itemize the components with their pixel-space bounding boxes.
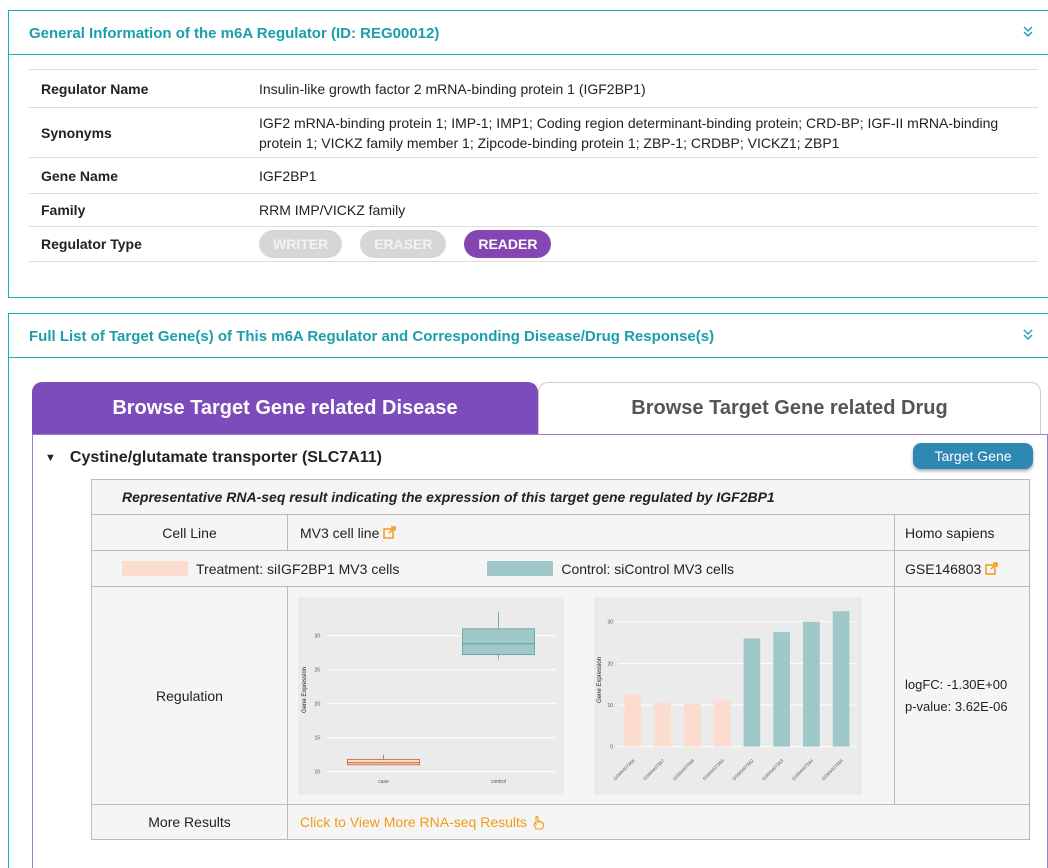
general-info-title: General Information of the m6A Regulator… <box>29 25 440 42</box>
info-label: Regulator Type <box>41 236 142 252</box>
y-axis-label: Gene Expression <box>597 657 603 703</box>
info-row-synonyms: Synonyms IGF2 mRNA-binding protein 1; IM… <box>29 107 1038 157</box>
bar <box>743 638 761 747</box>
info-label: Gene Name <box>41 167 119 184</box>
regulator-type-badges: WRITER ERASER READER <box>259 226 1038 262</box>
rnaseq-table: Representative RNA-seq result indicating… <box>91 479 1030 840</box>
cell-line-cell: MV3 cell line <box>288 515 895 550</box>
species-value: Homo sapiens <box>905 524 995 541</box>
regulation-label: Regulation <box>92 587 288 804</box>
rnaseq-title: Representative RNA-seq result indicating… <box>92 480 1029 515</box>
y-tick-label: 10 <box>607 703 613 709</box>
chevron-double-down-icon[interactable] <box>1020 326 1036 342</box>
info-label: Synonyms <box>41 124 112 141</box>
more-results-label: More Results <box>92 805 288 839</box>
treatment-control-legend: Treatment: siIGF2BP1 MV3 cells Control: … <box>92 551 895 586</box>
info-row-regulator-name: Regulator Name Insulin-like growth facto… <box>29 69 1038 107</box>
logfc-value: logFC: -1.30E+00 <box>905 676 1008 692</box>
box <box>347 758 420 766</box>
y-tick-label: 10 <box>314 770 320 776</box>
info-row-family: Family RRM IMP/VICKZ family <box>29 193 1038 226</box>
cell-line-value: MV3 cell line <box>300 524 380 541</box>
x-tick-label: GSM4407367 <box>642 758 666 782</box>
target-gene-button[interactable]: Target Gene <box>913 443 1033 469</box>
target-gene-section: ▼ Cystine/glutamate transporter (SLC7A11… <box>32 434 1048 868</box>
tab-drug[interactable]: Browse Target Gene related Drug <box>538 382 1041 434</box>
control-label: Control: siControl MV3 cells <box>561 560 735 577</box>
more-results-link[interactable]: Click to View More RNA-seq Results <box>300 814 527 830</box>
rnaseq-row-regulation: Regulation 10 15 20 25 30 Gene Expression case… <box>92 587 1029 805</box>
browse-tabs: Browse Target Gene related Disease Brows… <box>32 382 1041 434</box>
chevron-double-down-icon[interactable] <box>1020 23 1036 39</box>
general-info-table: Regulator Name Insulin-like growth facto… <box>29 69 1038 262</box>
bar <box>713 700 731 747</box>
y-tick-label: 15 <box>314 736 320 742</box>
badge-writer: WRITER <box>259 230 343 258</box>
x-tick-label: GSM4407369 <box>702 758 726 782</box>
more-results-cell: Click to View More RNA-seq Results <box>288 805 1029 839</box>
treatment-swatch <box>122 561 188 576</box>
x-tick-label: case <box>378 779 389 785</box>
dataset-cell: GSE146803 <box>895 551 1029 586</box>
info-value: RRM IMP/VICKZ family <box>259 202 406 218</box>
cell-line-label: Cell Line <box>92 515 288 550</box>
box <box>462 628 535 656</box>
y-tick-label: 20 <box>607 661 613 667</box>
regulation-plots: 10 15 20 25 30 Gene Expression case control 0 10… <box>288 587 895 804</box>
y-tick-label: 0 <box>610 745 613 751</box>
y-tick-label: 30 <box>314 634 320 640</box>
y-tick-label: 20 <box>314 702 320 708</box>
badge-reader: READER <box>464 230 552 258</box>
x-tick-label: GSM4407363 <box>761 758 785 782</box>
x-tick-label: GSM4407366 <box>612 758 636 782</box>
info-label: Regulator Name <box>41 80 149 97</box>
rnaseq-row-legend: Treatment: siIGF2BP1 MV3 cells Control: … <box>92 551 1029 587</box>
caret-down-icon: ▼ <box>45 452 56 464</box>
x-tick-label: GSM4407362 <box>731 758 755 782</box>
x-tick-label: GSM4407364 <box>791 758 815 782</box>
bar <box>684 703 701 747</box>
boxplot-chart: 10 15 20 25 30 Gene Expression case control <box>298 597 564 795</box>
y-tick-label: 25 <box>314 668 320 674</box>
info-value: Insulin-like growth factor 2 mRNA-bindin… <box>259 80 646 97</box>
y-tick-label: 30 <box>607 620 613 626</box>
info-label: Family <box>41 202 86 218</box>
info-row-regulator-type: Regulator Type WRITER ERASER READER <box>29 226 1038 262</box>
rnaseq-row-more: More Results Click to View More RNA-seq … <box>92 805 1029 839</box>
y-axis-label: Gene Expression <box>302 667 308 713</box>
dataset-id: GSE146803 <box>905 560 982 577</box>
bar <box>773 632 790 747</box>
bar <box>624 694 642 747</box>
tab-disease[interactable]: Browse Target Gene related Disease <box>32 382 538 434</box>
target-genes-title: Full List of Target Gene(s) of This m6A … <box>29 328 715 345</box>
regulation-stats: logFC: -1.30E+00 p-value: 3.62E-06 <box>895 587 1029 804</box>
pvalue-value: p-value: 3.62E-06 <box>905 698 1008 714</box>
target-gene-toggle[interactable]: ▼ Cystine/glutamate transporter (SLC7A11… <box>45 449 382 467</box>
control-swatch <box>487 561 554 576</box>
info-row-gene-name: Gene Name IGF2BP1 <box>29 157 1038 193</box>
x-tick-label: GSM4407365 <box>821 758 845 782</box>
target-gene-name: Cystine/glutamate transporter (SLC7A11) <box>69 449 382 466</box>
target-genes-panel: Full List of Target Gene(s) of This m6A … <box>8 313 1048 868</box>
x-tick-label: control <box>491 779 506 785</box>
treatment-label: Treatment: siIGF2BP1 MV3 cells <box>196 560 400 577</box>
external-link-icon[interactable] <box>383 526 397 539</box>
external-link-icon[interactable] <box>985 562 999 575</box>
bar <box>654 702 671 747</box>
rnaseq-row-cell-line: Cell Line MV3 cell line Homo sapiens <box>92 515 1029 551</box>
bar <box>832 611 850 747</box>
x-tick-label: GSM4407368 <box>672 758 696 782</box>
info-value: IGF2BP1 <box>259 167 317 184</box>
general-info-header[interactable]: General Information of the m6A Regulator… <box>9 11 1048 55</box>
general-info-panel: General Information of the m6A Regulator… <box>8 10 1048 298</box>
bar-chart: 0102030Gene ExpressionGSM4407366 GSM44073… <box>594 597 862 795</box>
target-genes-header[interactable]: Full List of Target Gene(s) of This m6A … <box>9 314 1048 358</box>
badge-eraser: ERASER <box>360 230 447 258</box>
info-value: IGF2 mRNA-binding protein 1; IMP-1; IMP1… <box>259 114 999 151</box>
bar <box>803 621 820 747</box>
pointer-hand-icon[interactable] <box>531 815 545 830</box>
